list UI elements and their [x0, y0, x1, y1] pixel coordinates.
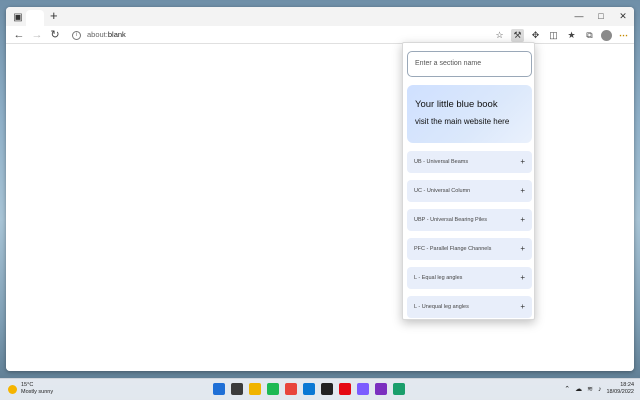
taskbar-app-icon[interactable] [339, 383, 351, 395]
section-item-pfc[interactable]: PFC - Parallel Flange Channels + [407, 238, 532, 260]
new-tab-button[interactable]: + [50, 9, 58, 23]
toolbar-right: ☆ ⚒ ✥ ◫ ★ ⧉ ⋯ [493, 28, 630, 42]
taskbar: 15°C Mostly sunny ⌃ ☁ ≋ ♪ 18:24 18/09/20… [0, 378, 640, 400]
taskbar-app-icon[interactable] [321, 383, 333, 395]
favorites-icon[interactable]: ★ [565, 29, 578, 42]
taskbar-app-icon[interactable] [357, 383, 369, 395]
system-tray: ⌃ ☁ ≋ ♪ 18:24 18/09/2022 [564, 382, 634, 396]
clock-date: 18/09/2022 [606, 389, 634, 395]
taskbar-app-icon[interactable] [267, 383, 279, 395]
info-icon[interactable]: i [72, 30, 81, 40]
extension-active-icon[interactable]: ⚒ [511, 28, 524, 42]
expand-icon[interactable]: + [520, 151, 525, 173]
page-content [6, 44, 634, 371]
hero-card: Your little blue book visit the main web… [407, 85, 532, 143]
forward-icon[interactable]: → [30, 28, 44, 42]
browser-window: ▣ + — □ ✕ ← → ↻ i about:blank ☆ ⚒ ✥ ◫ ★ ⧉… [6, 7, 634, 371]
section-item-uc[interactable]: UC - Universal Column + [407, 180, 532, 202]
section-search-input[interactable]: Enter a section name [407, 51, 532, 77]
section-label: L - Equal leg angles [414, 275, 463, 281]
maximize-button[interactable]: □ [590, 7, 612, 26]
taskbar-apps [213, 383, 405, 395]
profile-avatar[interactable] [601, 29, 612, 41]
taskbar-app-icon[interactable] [303, 383, 315, 395]
expand-icon[interactable]: + [520, 180, 525, 202]
refresh-icon[interactable]: ↻ [48, 28, 62, 42]
split-screen-icon[interactable]: ◫ [547, 29, 560, 42]
favorite-add-icon[interactable]: ☆ [493, 29, 506, 42]
main-website-link[interactable]: visit the main website here [415, 117, 524, 126]
wifi-icon[interactable]: ≋ [587, 385, 593, 393]
more-menu-icon[interactable]: ⋯ [617, 29, 630, 42]
taskbar-app-icon[interactable] [249, 383, 261, 395]
taskbar-app-icon[interactable] [213, 383, 225, 395]
taskbar-app-icon[interactable] [231, 383, 243, 395]
section-label: UB - Universal Beams [414, 159, 469, 165]
hero-title: Your little blue book [415, 99, 498, 110]
back-icon[interactable]: ← [12, 28, 26, 42]
taskbar-app-icon[interactable] [393, 383, 405, 395]
clock[interactable]: 18:24 18/09/2022 [606, 382, 634, 396]
expand-icon[interactable]: + [520, 238, 525, 260]
section-item-unequal-angles[interactable]: L - Unequal leg angles + [407, 296, 532, 318]
weather-temp: 15°C [21, 382, 34, 388]
section-label: PFC - Parallel Flange Channels [414, 246, 492, 252]
chevron-up-icon[interactable]: ⌃ [564, 385, 570, 393]
taskbar-app-icon[interactable] [375, 383, 387, 395]
address-path: blank [107, 30, 126, 39]
sun-icon [8, 384, 17, 394]
tab-blank[interactable] [26, 10, 44, 26]
tab-actions-icon[interactable]: ▣ [12, 11, 24, 23]
weather-widget[interactable]: 15°C Mostly sunny [8, 382, 53, 396]
section-label: L - Unequal leg angles [414, 304, 469, 310]
expand-icon[interactable]: + [520, 296, 525, 318]
section-item-ubp[interactable]: UBP - Universal Bearing Piles + [407, 209, 532, 231]
minimize-button[interactable]: — [568, 7, 590, 26]
cloud-icon[interactable]: ☁ [575, 385, 582, 393]
address-scheme: about: [87, 30, 108, 39]
expand-icon[interactable]: + [520, 209, 525, 231]
section-label: UBP - Universal Bearing Piles [414, 217, 487, 223]
section-label: UC - Universal Column [414, 188, 471, 194]
clock-time: 18:24 [620, 382, 634, 388]
collections-icon[interactable]: ⧉ [583, 29, 596, 42]
taskbar-app-icon[interactable] [285, 383, 297, 395]
close-button[interactable]: ✕ [612, 7, 634, 26]
extensions-icon[interactable]: ✥ [529, 29, 542, 42]
extension-popup: Enter a section name Your little blue bo… [402, 42, 535, 320]
weather-desc: Mostly sunny [21, 389, 54, 395]
section-item-equal-angles[interactable]: L - Equal leg angles + [407, 267, 532, 289]
volume-icon[interactable]: ♪ [598, 386, 602, 393]
navigation-bar: ← → ↻ i about:blank ☆ ⚒ ✥ ◫ ★ ⧉ ⋯ [6, 26, 634, 44]
title-bar: ▣ + — □ ✕ [6, 7, 634, 26]
section-item-ub[interactable]: UB - Universal Beams + [407, 151, 532, 173]
expand-icon[interactable]: + [520, 267, 525, 289]
address-bar[interactable]: i about:blank [72, 28, 492, 42]
window-controls: — □ ✕ [568, 7, 634, 26]
